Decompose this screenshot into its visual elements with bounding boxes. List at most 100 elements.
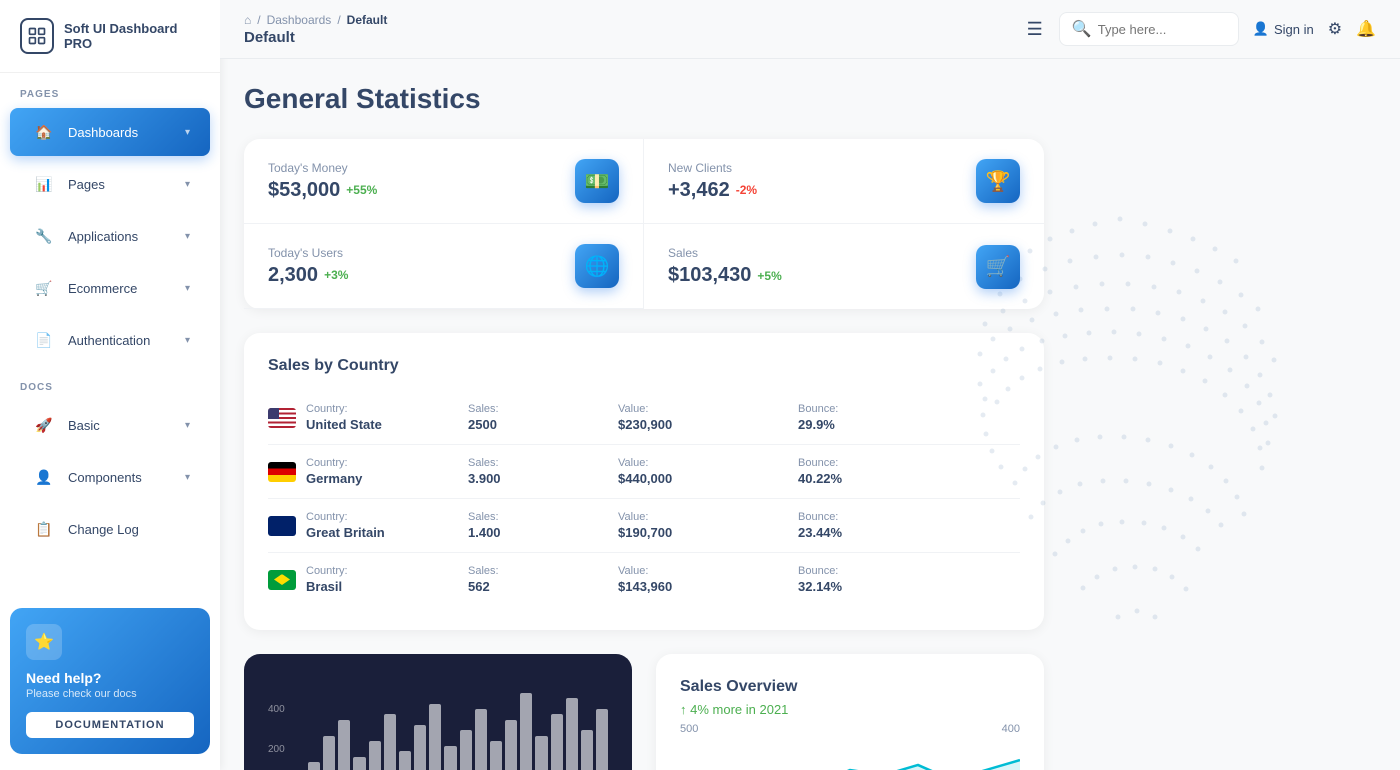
sidebar-item-applications[interactable]: 🔧 Applications ▾ (10, 212, 210, 260)
stat-icon-sales: 🛒 (976, 245, 1020, 289)
col-label: Value: (618, 403, 798, 415)
home-icon: ⌂ (244, 13, 251, 27)
sidebar-item-label: Basic (68, 418, 175, 433)
stat-label: Sales (668, 246, 782, 260)
col-label: Bounce: (798, 403, 978, 415)
stat-label: Today's Money (268, 161, 377, 175)
breadcrumb: ⌂ / Dashboards / Default (244, 13, 1011, 27)
hamburger-icon[interactable]: ☰ (1027, 19, 1043, 40)
stat-change: +55% (346, 183, 377, 197)
sidebar-item-components[interactable]: 👤 Components ▾ (10, 453, 210, 501)
col-value: $190,700 (618, 525, 798, 540)
col-label: Country: (306, 565, 348, 577)
app-name: Soft UI Dashboard PRO (64, 21, 200, 51)
sign-in-label: Sign in (1274, 22, 1314, 37)
chart-bar (475, 709, 487, 770)
chart-bar (505, 720, 517, 770)
sidebar-item-label: Pages (68, 177, 175, 192)
chart-bar (353, 757, 365, 770)
stat-value: $53,000 +55% (268, 179, 377, 202)
user-icon: 👤 (1253, 21, 1269, 37)
col-value: Germany (306, 471, 362, 486)
applications-icon: 🔧 (30, 222, 58, 250)
chevron-down-icon: ▾ (185, 335, 190, 346)
search-box[interactable]: 🔍 (1059, 12, 1239, 46)
col-label: Bounce: (798, 511, 978, 523)
stat-label: Today's Users (268, 246, 348, 260)
flag-gb (268, 516, 296, 536)
col-label: Sales: (468, 511, 618, 523)
pages-section-label: PAGES (0, 73, 220, 106)
bar-chart-card: 400 200 0 (244, 654, 632, 770)
chart-bar (581, 730, 593, 770)
chart-bar (460, 730, 472, 770)
col-label: Bounce: (798, 565, 978, 577)
stat-card-users: Today's Users 2,300 +3% 🌐 (244, 224, 644, 309)
chart-bar (338, 720, 350, 770)
sidebar-item-pages[interactable]: 📊 Pages ▾ (10, 160, 210, 208)
col-value: Brasil (306, 579, 348, 594)
chart-bar (444, 746, 456, 770)
search-input[interactable] (1098, 22, 1226, 37)
chevron-down-icon: ▾ (185, 420, 190, 431)
chart-bar (369, 741, 381, 770)
bottom-row: 400 200 0 Sales Overview ↑ 4% more in 20… (244, 654, 1044, 770)
chart-bar (429, 704, 441, 770)
ecommerce-icon: 🛒 (30, 274, 58, 302)
sign-in-button[interactable]: 👤 Sign in (1253, 21, 1314, 37)
search-icon: 🔍 (1072, 19, 1092, 39)
country-info: Country: Great Britain (268, 511, 468, 540)
stats-grid: Today's Money $53,000 +55% 💵 New Clients… (244, 139, 1044, 309)
col-value: $440,000 (618, 471, 798, 486)
col-value: 29.9% (798, 417, 978, 432)
sidebar-item-label: Authentication (68, 333, 175, 348)
stat-info: New Clients +3,462 -2% (668, 161, 757, 202)
sales-overview-card: Sales Overview ↑ 4% more in 2021 500 400 (656, 654, 1044, 770)
country-table: Country: United State Sales: 2500 Value:… (268, 391, 1020, 606)
flag-br (268, 570, 296, 590)
chevron-down-icon: ▾ (185, 179, 190, 190)
col-value: 2500 (468, 417, 618, 432)
col-value: 32.14% (798, 579, 978, 594)
col-label: Country: (306, 511, 385, 523)
col-value: 1.400 (468, 525, 618, 540)
topbar-page-title: Default (244, 29, 1011, 46)
stat-icon-clients: 🏆 (976, 159, 1020, 203)
country-info: Country: Brasil (268, 565, 468, 594)
stat-change: +3% (324, 268, 348, 282)
sidebar-item-label: Components (68, 470, 175, 485)
sidebar-item-changelog[interactable]: 📋 Change Log (10, 505, 210, 553)
sidebar-item-label: Dashboards (68, 125, 175, 140)
breadcrumb-current: Default (347, 13, 388, 27)
chart-bar (535, 736, 547, 770)
chevron-down-icon: ▾ (185, 127, 190, 138)
stat-icon-users: 🌐 (575, 244, 619, 288)
sidebar-item-label: Ecommerce (68, 281, 175, 296)
overview-subtitle: ↑ 4% more in 2021 (680, 702, 1020, 717)
col-value: Great Britain (306, 525, 385, 540)
bar-chart-container (308, 688, 608, 770)
logo-area: Soft UI Dashboard PRO (0, 0, 220, 73)
notifications-icon[interactable]: 🔔 (1356, 19, 1376, 39)
chart-bar (308, 762, 320, 770)
sidebar-item-ecommerce[interactable]: 🛒 Ecommerce ▾ (10, 264, 210, 312)
country-info: Country: United State (268, 403, 468, 432)
col-value: $230,900 (618, 417, 798, 432)
stat-change: -2% (736, 183, 757, 197)
settings-icon[interactable]: ⚙ (1328, 19, 1342, 39)
overview-y-labels: 500 400 (680, 723, 1020, 735)
bar-chart (308, 688, 608, 770)
page-title: General Statistics (244, 83, 1376, 115)
stat-change: +5% (757, 269, 781, 283)
topbar: ⌂ / Dashboards / Default Default ☰ 🔍 👤 S… (220, 0, 1400, 59)
col-value: 562 (468, 579, 618, 594)
stat-card-money: Today's Money $53,000 +55% 💵 (244, 139, 644, 224)
col-label: Value: (618, 565, 798, 577)
sidebar-item-dashboards[interactable]: 🏠 Dashboards ▾ (10, 108, 210, 156)
col-value: $143,960 (618, 579, 798, 594)
overview-title: Sales Overview (680, 678, 1020, 696)
sidebar-item-basic[interactable]: 🚀 Basic ▾ (10, 401, 210, 449)
documentation-button[interactable]: DOCUMENTATION (26, 712, 194, 738)
sidebar-item-authentication[interactable]: 📄 Authentication ▾ (10, 316, 210, 364)
main-content: ⌂ / Dashboards / Default Default ☰ 🔍 👤 S… (220, 0, 1400, 770)
